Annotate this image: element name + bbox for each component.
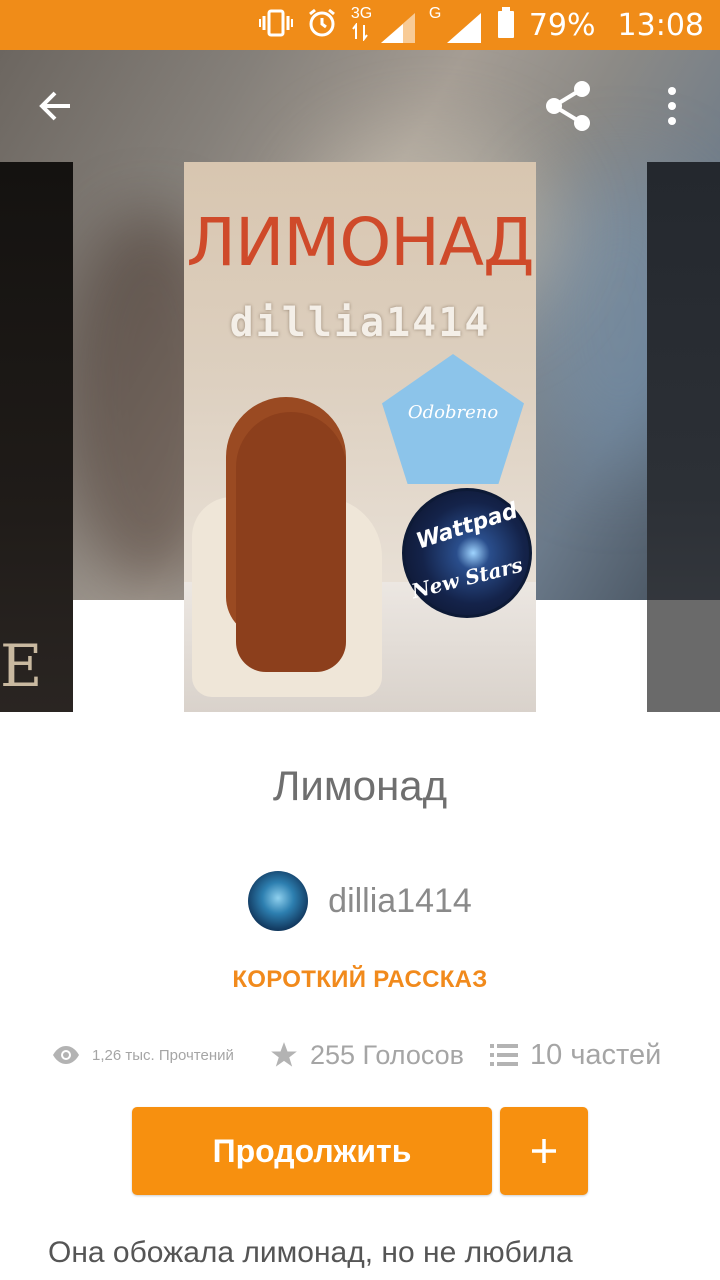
vibrate-icon [258,8,293,43]
plus-icon [532,1139,556,1163]
back-arrow-icon [39,91,70,121]
story-title: Лимонад [272,762,448,809]
list-icon [490,1044,518,1066]
previous-story-cover[interactable]: E [0,162,73,712]
alarm-icon [307,8,337,43]
votes-stat: 255 Голосов [270,1030,464,1080]
back-button[interactable] [26,76,86,136]
next-story-cover[interactable] [647,162,720,712]
reads-stat: 1,26 тыс. Прочтений [52,1030,234,1080]
award-badge-text: Odobreno [407,402,499,423]
avatar[interactable] [248,871,309,931]
signal-g-icon: G [429,5,483,45]
cover-author-text: dillia1414 [229,300,491,346]
share-button[interactable] [538,76,598,136]
votes-count: 255 Голосов [310,1039,465,1070]
continue-reading-button[interactable]: Продолжить [132,1107,492,1195]
story-cover[interactable]: ЛИМОНАД dillia1414 Odobreno Wattpad New … [184,162,536,712]
share-icon [546,81,590,131]
battery-percent: 79% [528,7,596,43]
author-name[interactable]: dillia1414 [328,882,472,921]
parts-stat[interactable]: 10 частей [490,1030,661,1080]
more-vert-icon [668,87,676,125]
status-bar: 3G G 79% 13:08 [0,0,720,50]
battery-icon [497,6,515,44]
story-type-label: КОРОТКИЙ РАССКАЗ [232,966,488,993]
cover-title-text: ЛИМОНАД [186,204,534,281]
parts-count: 10 частей [530,1038,662,1071]
story-description: Она обожала лимонад, но не любила [48,1236,573,1269]
star-icon [271,1042,297,1067]
reads-count: 1,26 тыс. Прочтений [92,1046,234,1064]
clock: 13:08 [617,7,704,43]
add-to-library-button[interactable] [500,1107,588,1195]
more-options-button[interactable] [642,76,702,136]
signal-3g-icon: 3G [351,5,415,45]
author-row[interactable]: dillia1414 [0,870,720,932]
story-stats: 1,26 тыс. Прочтений 255 Голосов 10 часте… [0,1030,720,1080]
eye-icon [53,1046,79,1064]
